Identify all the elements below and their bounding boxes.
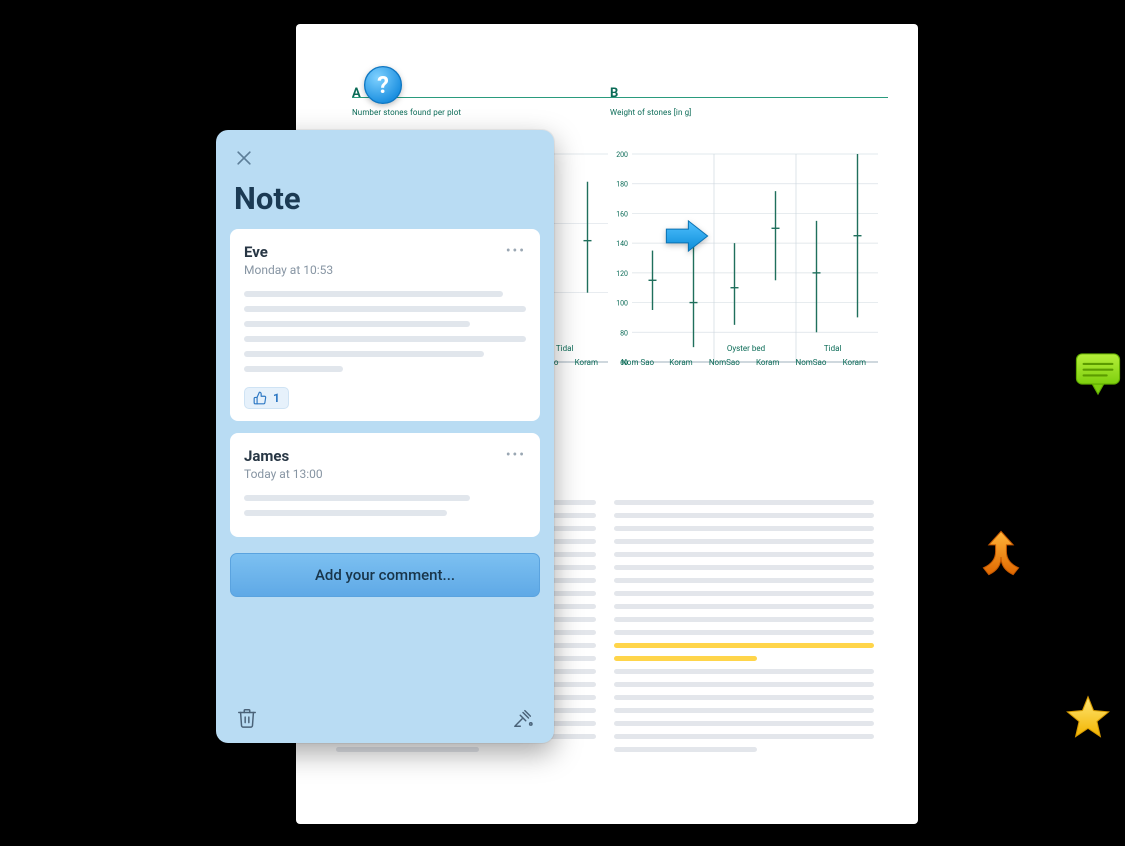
- star-icon[interactable]: [1066, 694, 1110, 738]
- chart-panel-b-label: B: [610, 86, 618, 101]
- svg-text:?: ?: [377, 71, 389, 99]
- chart-panel-a-label: A: [352, 86, 361, 101]
- text-column-right: [614, 500, 874, 760]
- svg-text:180: 180: [616, 181, 628, 189]
- chat-bubble-icon[interactable]: [1075, 352, 1121, 396]
- comment-card: Eve Monday at 10:53 ••• 1: [230, 229, 540, 421]
- add-comment-button[interactable]: Add your comment...: [230, 553, 540, 597]
- comment-card: James Today at 13:00 •••: [230, 433, 540, 537]
- comment-body: [244, 291, 526, 372]
- svg-text:200: 200: [616, 151, 628, 159]
- trash-icon[interactable]: [236, 707, 258, 729]
- chart-divider: [352, 97, 888, 98]
- chart-panel-b-subtitle: Weight of stones [in g]: [610, 108, 691, 117]
- note-panel: Note Eve Monday at 10:53 ••• 1 James Tod…: [216, 130, 554, 743]
- help-icon[interactable]: ?: [362, 64, 404, 106]
- like-button[interactable]: 1: [244, 387, 289, 409]
- svg-text:140: 140: [616, 240, 628, 248]
- comment-author: Eve: [244, 243, 333, 261]
- split-arrow-icon[interactable]: [979, 530, 1023, 576]
- note-title: Note: [234, 180, 536, 217]
- chart-b-facets: Oyster bed Tidal: [616, 344, 876, 353]
- highlighted-text[interactable]: [614, 656, 757, 661]
- chart-panel-a-subtitle: Number stones found per plot: [352, 108, 461, 117]
- svg-text:160: 160: [616, 210, 628, 218]
- arrow-right-icon[interactable]: [665, 218, 709, 254]
- highlighted-text[interactable]: [614, 643, 874, 648]
- comment-timestamp: Monday at 10:53: [244, 263, 333, 277]
- comment-author: James: [244, 447, 323, 465]
- svg-text:100: 100: [616, 300, 628, 308]
- gavel-icon[interactable]: [512, 707, 534, 729]
- svg-text:80: 80: [620, 329, 628, 337]
- more-icon[interactable]: •••: [506, 243, 526, 259]
- close-icon[interactable]: [234, 148, 254, 168]
- comment-body: [244, 495, 526, 516]
- more-icon[interactable]: •••: [506, 447, 526, 463]
- svg-text:120: 120: [616, 270, 628, 278]
- comment-timestamp: Today at 13:00: [244, 467, 323, 481]
- thumbs-up-icon: [253, 391, 267, 405]
- like-count: 1: [273, 391, 280, 405]
- chart-b-categories: Nom Sao Koram NomSao Koram NomSao Koram: [616, 358, 876, 367]
